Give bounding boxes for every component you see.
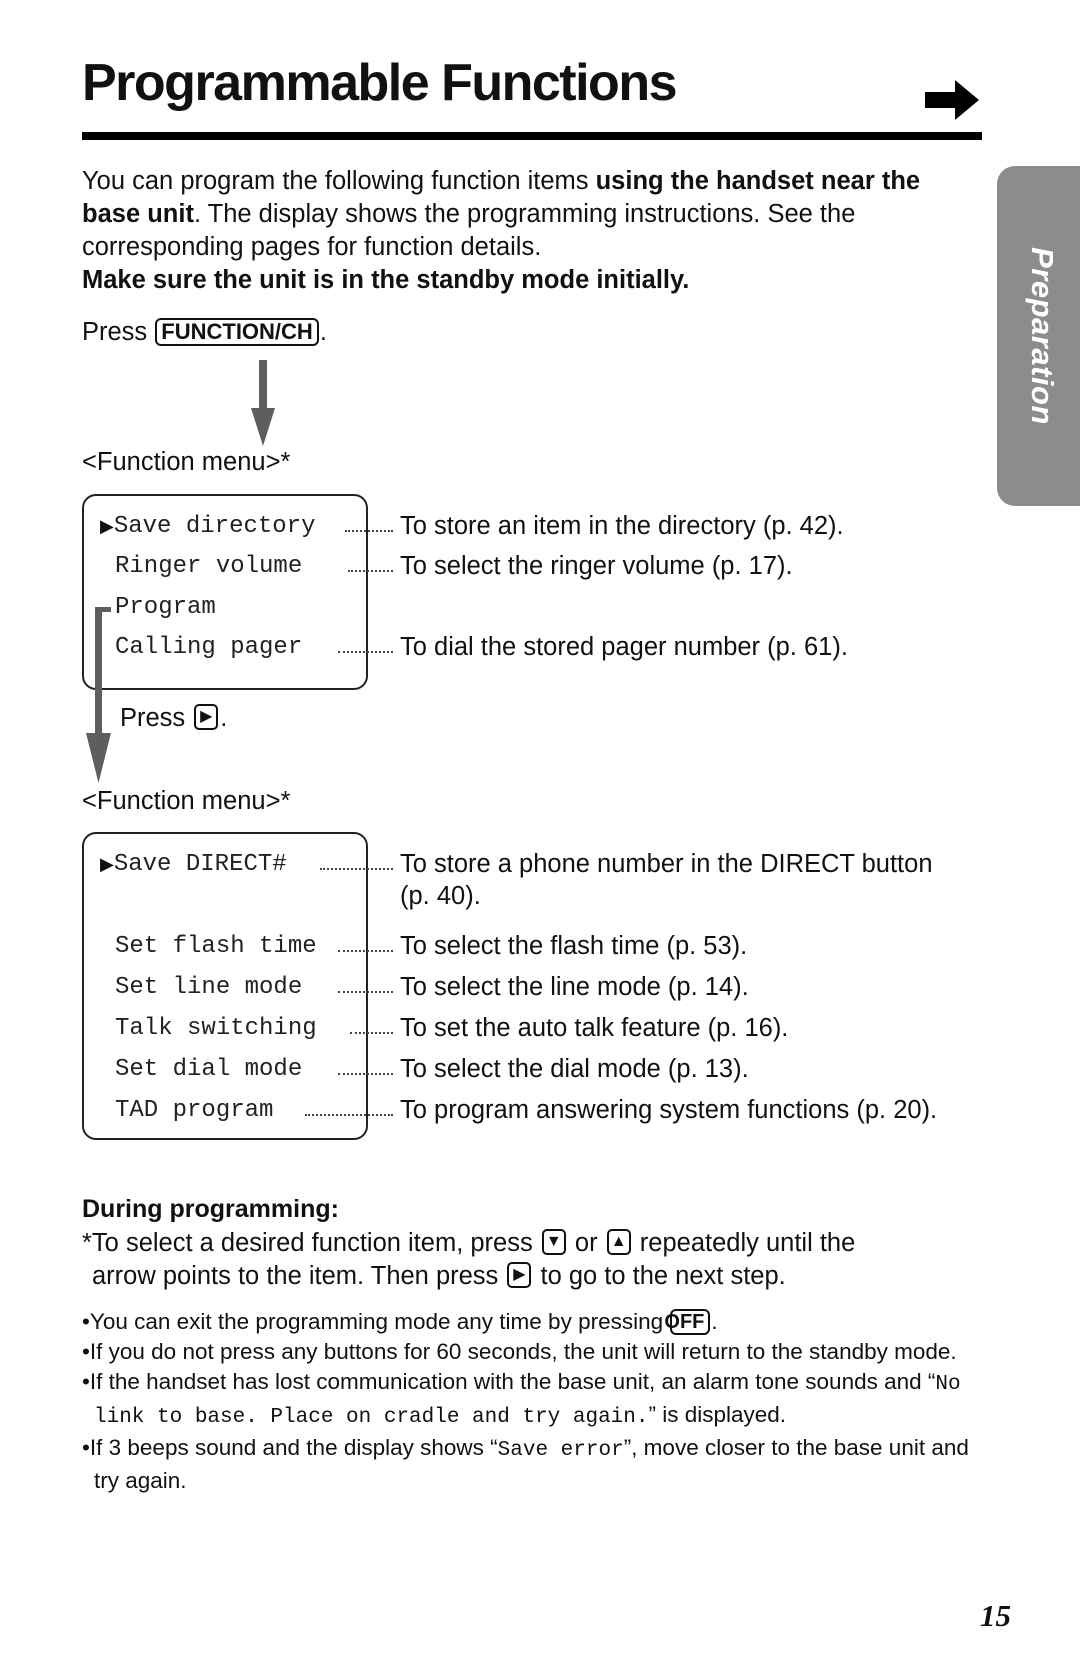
- title-rule: [82, 132, 982, 140]
- menu2-item[interactable]: Set flash time: [115, 934, 317, 960]
- press-label: Press: [82, 318, 148, 346]
- menu-item-text: Talk switching: [115, 1015, 317, 1042]
- up-key-button[interactable]: ▲: [606, 1229, 631, 1255]
- notes-list: •You can exit the programming mode any t…: [82, 1307, 982, 1496]
- menu-item-text: Calling pager: [115, 634, 303, 661]
- instruction-text: *To select a desired function item, pres…: [82, 1229, 533, 1257]
- menu-item-text: Ringer volume: [115, 553, 303, 580]
- page-title: Programmable Functions: [82, 54, 678, 112]
- intro-text: You can program the following function i…: [82, 167, 596, 195]
- step-press-function: Press FUNCTION/CH.: [82, 316, 327, 348]
- up-triangle-icon: ▲: [610, 1233, 627, 1250]
- note-text: If 3 beeps sound and the display shows “: [89, 1435, 498, 1460]
- menu1-item[interactable]: Ringer volume: [115, 554, 302, 580]
- period: .: [220, 704, 228, 732]
- note-item: •You can exit the programming mode any t…: [82, 1309, 718, 1335]
- menu1-item[interactable]: ▶Save directory: [100, 514, 315, 540]
- off-key[interactable]: OFF: [664, 1309, 711, 1335]
- page-number: 15: [980, 1598, 1011, 1633]
- leader-dots: [338, 991, 393, 993]
- menu1-item[interactable]: Program: [115, 595, 216, 621]
- menu1-item[interactable]: Calling pager: [115, 635, 302, 661]
- function-menu-label: <Function menu>*: [82, 787, 291, 815]
- menu-item-description-cont: (p. 40).: [400, 882, 481, 910]
- intro-paragraph: You can program the following function i…: [82, 165, 982, 297]
- leader-dots: [338, 950, 393, 952]
- during-programming-heading: During programming:: [82, 1195, 339, 1223]
- menu2-item[interactable]: Talk switching: [115, 1016, 317, 1042]
- display-message: Save error: [497, 1439, 624, 1462]
- menu2-item[interactable]: TAD program: [115, 1098, 273, 1124]
- menu-item-description: To program answering system functions (p…: [400, 1096, 938, 1124]
- menu2-item[interactable]: Set line mode: [115, 975, 302, 1001]
- flow-arrow-icon: [86, 607, 111, 783]
- leader-dots: [350, 1032, 393, 1034]
- menu-item-text: Set line mode: [115, 974, 303, 1001]
- selection-pointer-icon: ▶: [100, 854, 114, 875]
- note-text: ” is displayed.: [648, 1402, 787, 1427]
- menu-item-text: Program: [115, 594, 216, 621]
- leader-dots: [345, 530, 393, 532]
- note-text: You can exit the programming mode any ti…: [89, 1309, 664, 1334]
- intro-text-2: . The display shows the programming inst…: [82, 200, 856, 261]
- menu-item-text: Save directory: [113, 513, 316, 540]
- menu2-item[interactable]: ▶Save DIRECT#: [100, 852, 287, 878]
- leader-dots: [305, 1114, 393, 1116]
- right-key-button[interactable]: ▶: [507, 1262, 532, 1288]
- function-menu-label: <Function menu>*: [82, 448, 291, 476]
- instruction-text: to go to the next step.: [540, 1262, 786, 1290]
- instruction-text: repeatedly until the: [639, 1229, 856, 1257]
- menu-item-description: To store an item in the directory (p. 42…: [400, 512, 844, 540]
- instruction-text: arrow points to the item. Then press: [92, 1262, 499, 1290]
- period: .: [319, 318, 327, 346]
- note-item: •If 3 beeps sound and the display shows …: [82, 1435, 969, 1493]
- right-arrow-icon: [925, 80, 979, 120]
- section-tab: Preparation: [997, 166, 1080, 506]
- down-key-button[interactable]: ▼: [541, 1229, 566, 1255]
- step-press-right: Press ▶.: [120, 702, 227, 734]
- menu2-item[interactable]: Set dial mode: [115, 1057, 302, 1083]
- menu-item-description: To select the flash time (p. 53).: [400, 932, 748, 960]
- menu-item-text: Set flash time: [115, 933, 317, 960]
- function-ch-key[interactable]: FUNCTION/CH: [155, 318, 319, 346]
- note-text: If the handset has lost communication wi…: [89, 1369, 936, 1394]
- section-tab-label: Preparation: [1025, 247, 1060, 425]
- menu-item-text: Set dial mode: [115, 1056, 303, 1083]
- leader-dots: [338, 651, 393, 653]
- down-triangle-icon: ▼: [545, 1233, 562, 1250]
- note-item: •If the handset has lost communication w…: [82, 1369, 961, 1429]
- note-text: If you do not press any buttons for 60 s…: [89, 1339, 957, 1364]
- menu-item-text: TAD program: [115, 1097, 274, 1124]
- menu-item-description: To dial the stored pager number (p. 61).: [400, 633, 848, 661]
- menu-item-text: Save DIRECT#: [113, 851, 287, 878]
- during-programming-line-2: arrow points to the item. Then press ▶ t…: [92, 1260, 786, 1292]
- leader-dots: [348, 570, 393, 572]
- standby-note: Make sure the unit is in the standby mod…: [82, 266, 690, 294]
- selection-pointer-icon: ▶: [100, 516, 114, 537]
- leader-dots: [338, 1073, 393, 1075]
- leader-dots: [320, 868, 393, 870]
- menu-item-description: To select the dial mode (p. 13).: [400, 1055, 749, 1083]
- menu-item-description: To select the line mode (p. 14).: [400, 973, 749, 1001]
- menu-item-description: To store a phone number in the DIRECT bu…: [400, 850, 933, 878]
- right-key-button[interactable]: ▶: [194, 704, 219, 730]
- press-label: Press: [120, 704, 186, 732]
- instruction-text: or: [574, 1229, 598, 1257]
- note-item: •If you do not press any buttons for 60 …: [82, 1339, 957, 1364]
- down-arrow-icon: [251, 360, 275, 446]
- right-triangle-icon: ▶: [513, 1266, 526, 1283]
- note-text: .: [711, 1309, 718, 1334]
- menu-item-description: To select the ringer volume (p. 17).: [400, 552, 793, 580]
- during-programming-line-1: *To select a desired function item, pres…: [82, 1227, 855, 1259]
- menu-item-description: To set the auto talk feature (p. 16).: [400, 1014, 789, 1042]
- right-triangle-icon: ▶: [200, 708, 213, 725]
